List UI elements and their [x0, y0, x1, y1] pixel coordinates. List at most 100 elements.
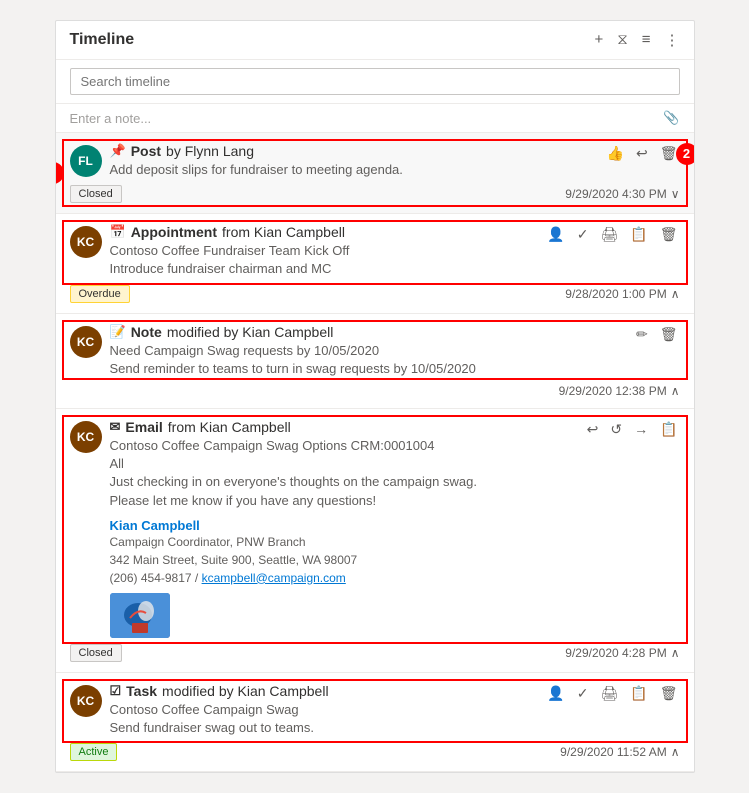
timeline-item-appointment: KC 📅 Appointment from Kian Campbell Cont… — [56, 214, 694, 313]
post-timestamp: 9/29/2020 4:30 PM ∨ — [565, 187, 679, 201]
email-type: Email — [125, 419, 162, 435]
chevron-up-icon-appt[interactable]: ∧ — [671, 287, 680, 301]
timeline-item-post: 1 FL 📌 Post by Flynn Lang Add deposit sl… — [56, 133, 694, 214]
item-left: FL 📌 Post by Flynn Lang Add deposit slip… — [70, 143, 597, 179]
task-footer: Active 9/29/2020 11:52 AM ∧ — [70, 743, 680, 761]
sig-role: Campaign Coordinator, PNW Branch — [110, 533, 577, 551]
avatar-kc-task: KC — [70, 685, 102, 717]
reply-button-email[interactable]: ↩ — [585, 419, 601, 440]
item-body: 📌 Post by Flynn Lang Add deposit slips f… — [110, 143, 597, 179]
complete-button-task[interactable]: ✓ — [575, 683, 591, 704]
marker-2: 2 — [676, 143, 694, 165]
avatar-kc-appt: KC — [70, 226, 102, 258]
item-header-appt: KC 📅 Appointment from Kian Campbell Cont… — [70, 224, 680, 278]
item-body-note: 📝 Note modified by Kian Campbell Need Ca… — [110, 324, 626, 378]
add-icon[interactable]: + — [594, 31, 603, 49]
appt-desc: Contoso Coffee Fundraiser Team Kick OffI… — [110, 242, 538, 278]
search-input[interactable] — [70, 68, 680, 95]
forward-button-email[interactable]: → — [632, 419, 650, 439]
delete-button-note[interactable]: 🗑 — [658, 324, 680, 345]
post-badge: Closed — [70, 185, 122, 203]
sig-phone-email: (206) 454-9817 / kcampbell@campaign.com — [110, 569, 577, 587]
avatar-fl: FL — [70, 145, 102, 177]
note-author: modified by Kian Campbell — [167, 324, 334, 340]
timeline-item-note: KC 📝 Note modified by Kian Campbell Need… — [56, 314, 694, 409]
email-logo-image — [110, 593, 170, 638]
chevron-up-icon-email[interactable]: ∧ — [671, 646, 680, 660]
sig-name: Kian Campbell — [110, 518, 577, 533]
task-desc: Contoso Coffee Campaign SwagSend fundrai… — [110, 701, 538, 737]
appt-author: from Kian Campbell — [222, 224, 345, 240]
item-left-email: KC ✉ Email from Kian Campbell Contoso Co… — [70, 419, 577, 638]
task-icon: ☑ — [110, 683, 122, 699]
assign-button-task[interactable]: 👤 — [545, 683, 566, 704]
chevron-up-icon-note[interactable]: ∧ — [671, 384, 680, 398]
email-title: ✉ Email from Kian Campbell — [110, 419, 577, 435]
note-title: 📝 Note modified by Kian Campbell — [110, 324, 626, 340]
notes-button-appt[interactable]: 📋 — [628, 224, 649, 245]
note-timestamp: 9/29/2020 12:38 PM ∧ — [559, 384, 680, 398]
timeline-panel: Timeline + ⧖ ≡ ⋮ Enter a note... 📎 1 FL — [55, 20, 695, 773]
email-author: from Kian Campbell — [168, 419, 291, 435]
reply-button[interactable]: ↩ — [634, 143, 650, 164]
sort-icon[interactable]: ≡ — [642, 31, 651, 49]
chevron-down-icon[interactable]: ∨ — [671, 187, 680, 201]
complete-button-appt[interactable]: ✓ — [575, 224, 591, 245]
email-desc: Contoso Coffee Campaign Swag Options CRM… — [110, 437, 577, 510]
sig-email-link[interactable]: kcampbell@campaign.com — [202, 571, 346, 585]
email-icon: ✉ — [110, 419, 121, 435]
note-type: Note — [131, 324, 162, 340]
email-badge: Closed — [70, 644, 122, 662]
print-button-task[interactable]: 🖨 — [599, 683, 621, 704]
appt-timestamp: 9/28/2020 1:00 PM ∧ — [565, 287, 679, 301]
task-author: modified by Kian Campbell — [162, 683, 329, 699]
email-signature: Kian Campbell Campaign Coordinator, PNW … — [110, 518, 577, 638]
appt-icon: 📅 — [110, 224, 126, 240]
item-left-note: KC 📝 Note modified by Kian Campbell Need… — [70, 324, 626, 378]
email-timestamp: 9/29/2020 4:28 PM ∧ — [565, 646, 679, 660]
panel-header: Timeline + ⧖ ≡ ⋮ — [56, 21, 694, 60]
delete-button-task[interactable]: 🗑 — [658, 683, 680, 704]
delete-button-appt[interactable]: 🗑 — [658, 224, 680, 245]
timeline-content: 1 FL 📌 Post by Flynn Lang Add deposit sl… — [56, 133, 694, 772]
appt-title: 📅 Appointment from Kian Campbell — [110, 224, 538, 240]
more-icon[interactable]: ⋮ — [665, 31, 680, 49]
panel-title: Timeline — [70, 31, 595, 49]
chevron-up-icon-task[interactable]: ∧ — [671, 745, 680, 759]
avatar-kc-note: KC — [70, 326, 102, 358]
item-header-email: KC ✉ Email from Kian Campbell Contoso Co… — [70, 419, 680, 638]
notes-button-task[interactable]: 📋 — [628, 683, 649, 704]
task-badge: Active — [70, 743, 118, 761]
search-bar — [56, 60, 694, 104]
post-icon: 📌 — [110, 143, 126, 159]
edit-button-note[interactable]: ✏ — [634, 324, 650, 345]
item-body-email: ✉ Email from Kian Campbell Contoso Coffe… — [110, 419, 577, 638]
note-footer: 9/29/2020 12:38 PM ∧ — [70, 384, 680, 398]
item-left-task: KC ☑ Task modified by Kian Campbell Cont… — [70, 683, 538, 737]
item-header-task: KC ☑ Task modified by Kian Campbell Cont… — [70, 683, 680, 737]
marker-1: 1 — [56, 162, 64, 184]
item-left-appt: KC 📅 Appointment from Kian Campbell Cont… — [70, 224, 538, 278]
attachment-icon: 📎 — [663, 110, 679, 126]
item-body-appt: 📅 Appointment from Kian Campbell Contoso… — [110, 224, 538, 278]
appt-footer: Overdue 9/28/2020 1:00 PM ∧ — [70, 285, 680, 303]
avatar-kc-email: KC — [70, 421, 102, 453]
sig-address: 342 Main Street, Suite 900, Seattle, WA … — [110, 551, 577, 569]
post-type: Post — [131, 143, 161, 159]
like-button[interactable]: 👍 — [605, 143, 626, 164]
post-desc: Add deposit slips for fundraiser to meet… — [110, 161, 597, 179]
email-actions: ↩ ↺ → 📋 — [585, 419, 680, 440]
item-header: FL 📌 Post by Flynn Lang Add deposit slip… — [70, 143, 680, 179]
item-header-note: KC 📝 Note modified by Kian Campbell Need… — [70, 324, 680, 378]
assign-button-appt[interactable]: 👤 — [545, 224, 566, 245]
post-actions: 👍 ↩ 🗑 — [605, 143, 680, 164]
notes-button-email[interactable]: 📋 — [658, 419, 679, 440]
print-button-appt[interactable]: 🖨 — [599, 224, 621, 245]
item-body-task: ☑ Task modified by Kian Campbell Contoso… — [110, 683, 538, 737]
timeline-item-email: KC ✉ Email from Kian Campbell Contoso Co… — [56, 409, 694, 673]
header-actions: + ⧖ ≡ ⋮ — [594, 31, 679, 49]
post-author: by Flynn Lang — [166, 143, 254, 159]
post-footer: Closed 9/29/2020 4:30 PM ∨ — [70, 185, 680, 203]
filter-icon[interactable]: ⧖ — [617, 31, 628, 49]
reply-all-button-email[interactable]: ↺ — [608, 419, 624, 440]
